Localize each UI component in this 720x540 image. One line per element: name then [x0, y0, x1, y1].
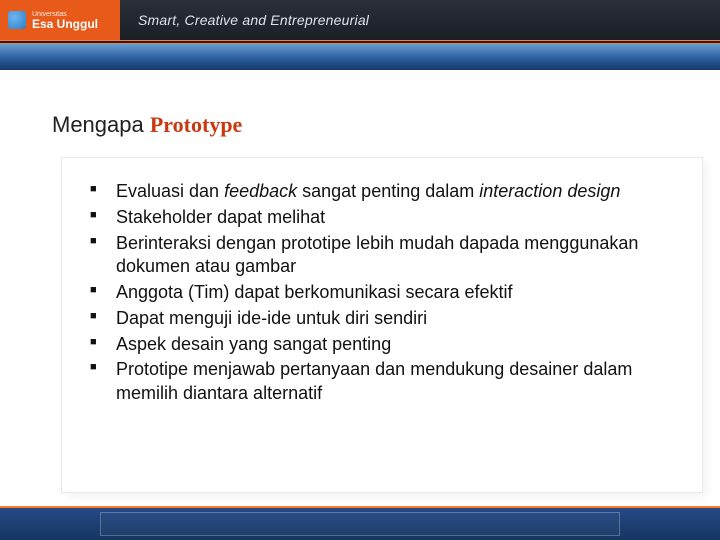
bullet-text: Aspek desain yang sangat penting: [116, 334, 391, 354]
title-plain: Mengapa: [52, 112, 150, 137]
bullet-text: Berinteraksi dengan prototipe lebih muda…: [116, 233, 638, 277]
list-item: Evaluasi dan feedback sangat penting dal…: [90, 180, 674, 204]
bullet-em: interaction design: [479, 181, 620, 201]
bullet-text: Evaluasi dan: [116, 181, 224, 201]
bullet-text: Anggota (Tim) dapat berkomunikasi secara…: [116, 282, 513, 302]
logo-block: Universitas Esa Unggul: [0, 0, 120, 40]
list-item: Stakeholder dapat melihat: [90, 206, 674, 230]
header-liner: [0, 40, 720, 44]
logo-icon: [8, 11, 26, 29]
footer-band: [0, 506, 720, 540]
tagline: Smart, Creative and Entrepreneurial: [138, 12, 369, 28]
bullet-text: sangat penting dalam: [297, 181, 479, 201]
bullet-list: Evaluasi dan feedback sangat penting dal…: [90, 180, 674, 406]
list-item: Prototipe menjawab pertanyaan dan menduk…: [90, 358, 674, 406]
bullet-em: feedback: [224, 181, 297, 201]
list-item: Dapat menguji ide-ide untuk diri sendiri: [90, 307, 674, 331]
footer-inset: [100, 512, 620, 536]
slide-title: Mengapa Prototype: [52, 112, 242, 138]
slide: Universitas Esa Unggul Smart, Creative a…: [0, 0, 720, 540]
bullet-text: Stakeholder dapat melihat: [116, 207, 325, 227]
bullet-text: Dapat menguji ide-ide untuk diri sendiri: [116, 308, 427, 328]
list-item: Berinteraksi dengan prototipe lebih muda…: [90, 232, 674, 280]
content-panel: Evaluasi dan feedback sangat penting dal…: [62, 158, 702, 492]
bullet-text: Prototipe menjawab pertanyaan dan menduk…: [116, 359, 632, 403]
title-accent: Prototype: [150, 112, 242, 137]
header-blue-band: [0, 42, 720, 70]
header-band: Universitas Esa Unggul Smart, Creative a…: [0, 0, 720, 40]
list-item: Anggota (Tim) dapat berkomunikasi secara…: [90, 281, 674, 305]
list-item: Aspek desain yang sangat penting: [90, 333, 674, 357]
logo-text: Universitas Esa Unggul: [32, 11, 98, 30]
logo-main-label: Esa Unggul: [32, 17, 98, 31]
logo-top-label: Universitas: [32, 11, 98, 18]
